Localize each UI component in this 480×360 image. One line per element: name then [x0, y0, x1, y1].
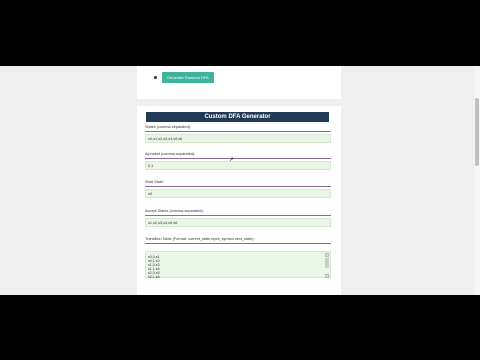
alphabet-divider	[145, 158, 331, 159]
transition-line: s2,1,s6	[148, 275, 160, 279]
start-state-label: Start State:	[145, 180, 164, 184]
scroll-up-icon[interactable]	[325, 253, 329, 257]
transition-table-label: Transition Table (Format: current_state,…	[145, 237, 255, 241]
mouse-cursor-icon: ➚	[229, 157, 235, 163]
alphabet-input[interactable]: 0,1	[145, 161, 331, 170]
states-divider	[145, 131, 331, 132]
bullet-icon	[154, 76, 157, 79]
generate-random-dfa-button[interactable]: Generate Random DFA	[162, 72, 214, 83]
states-input[interactable]: s0,s1,s2,s3,s4,s5,s6	[145, 134, 331, 143]
custom-dfa-form: Custom DFA Generator States (comma-separ…	[137, 106, 341, 295]
transition-table-textarea[interactable]: s0,0,s1 s0,1,s2 s1,0,s3 s1,1,s4 s2,0,s5 …	[145, 251, 331, 279]
textarea-scrollbar[interactable]	[325, 253, 329, 278]
accept-states-divider	[145, 215, 331, 216]
start-state-input[interactable]: s0	[145, 189, 331, 198]
page-viewport: Generate Random DFA Custom DFA Generator…	[0, 66, 480, 295]
generate-list-item: Generate Random DFA	[154, 72, 214, 83]
form-title: Custom DFA Generator	[146, 112, 329, 122]
start-state-divider	[145, 186, 331, 187]
states-label: States (comma-separated):	[145, 125, 192, 129]
transition-table-divider	[145, 243, 331, 244]
generate-card: Generate Random DFA	[137, 66, 341, 99]
textarea-scroll-thumb[interactable]	[325, 258, 329, 268]
alphabet-label: Alphabet (comma-separated):	[145, 152, 196, 156]
page-scrollbar-thumb[interactable]	[475, 98, 479, 166]
accept-states-label: Accept States (comma-separated):	[145, 209, 204, 213]
transition-lines: s0,0,s1 s0,1,s2 s1,0,s3 s1,1,s4 s2,0,s5 …	[148, 255, 160, 279]
accept-states-input[interactable]: s1,s2,s3,s4,s5,s6	[145, 218, 331, 227]
scroll-down-icon[interactable]	[325, 274, 329, 278]
